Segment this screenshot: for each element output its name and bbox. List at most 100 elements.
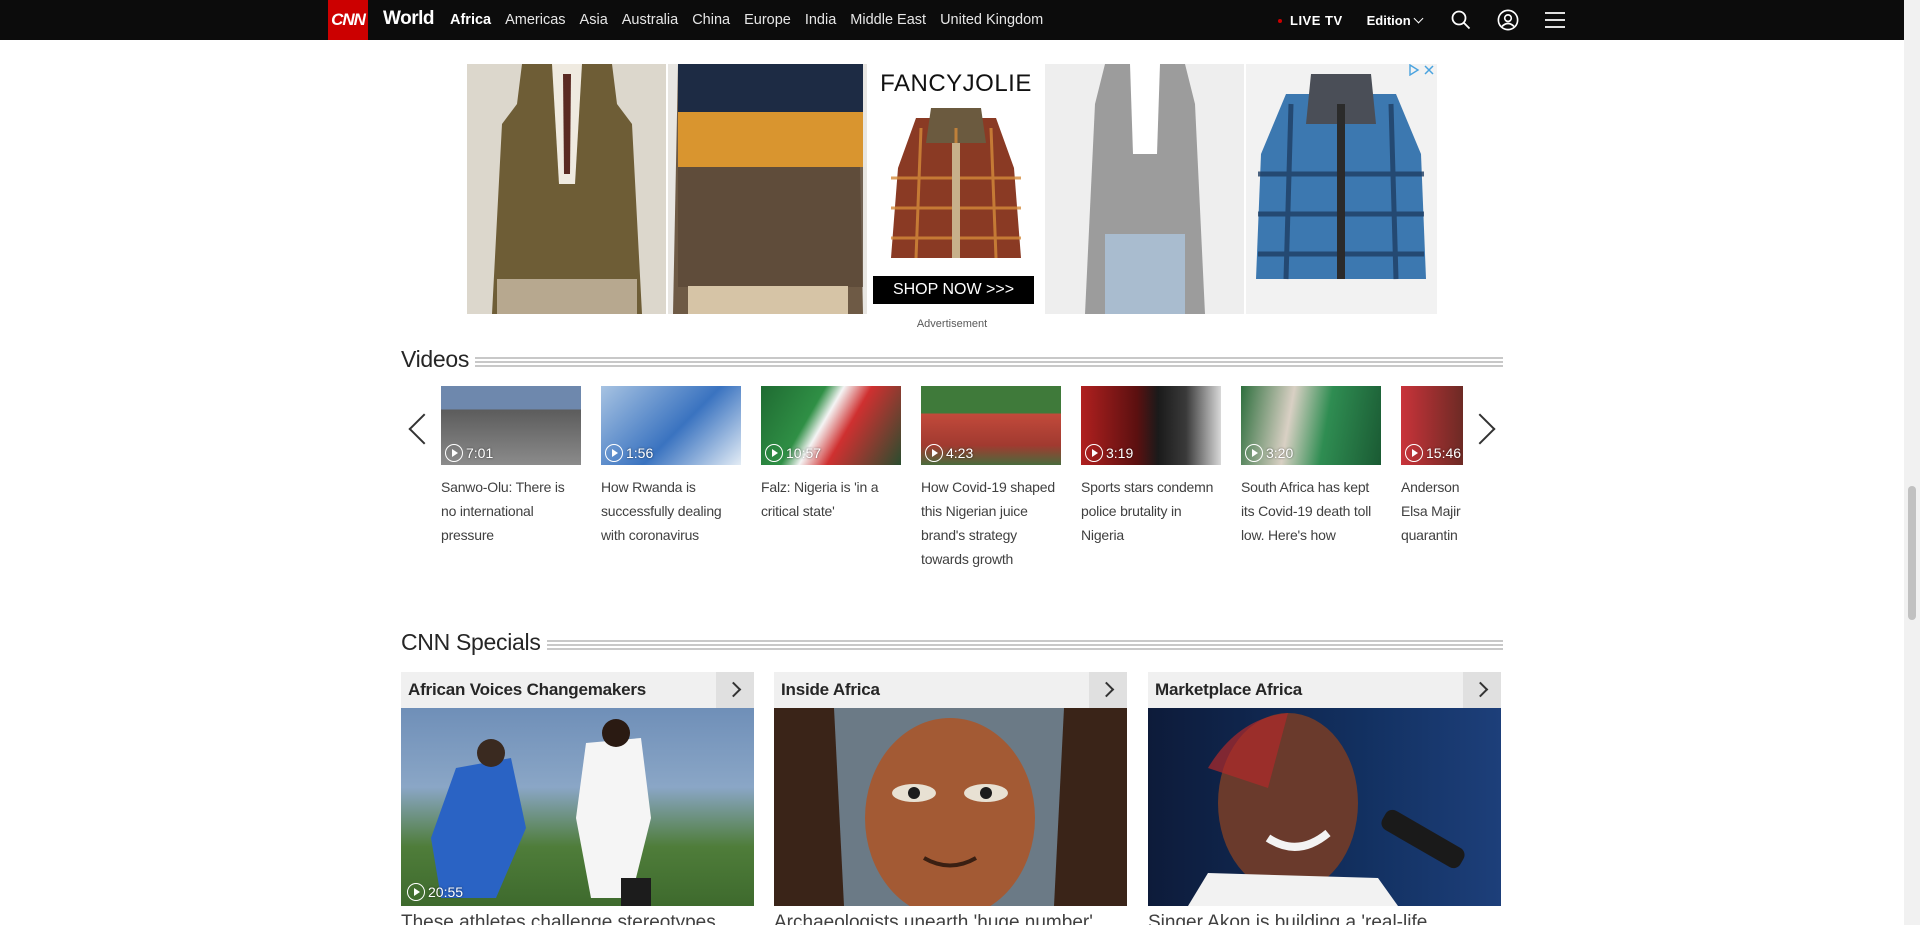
carousel-prev-button[interactable]: [401, 408, 440, 448]
video-title[interactable]: Sanwo-Olu: There is no international pre…: [441, 475, 581, 547]
nav-link-asia[interactable]: Asia: [580, 12, 608, 28]
section-title[interactable]: World: [383, 8, 434, 30]
account-icon[interactable]: [1497, 9, 1519, 31]
video-title[interactable]: Falz: Nigeria is 'in a critical state': [761, 475, 901, 523]
play-icon: [407, 883, 425, 901]
special-title[interactable]: African Voices Changemakers: [401, 680, 646, 700]
video-duration: 4:23: [925, 444, 973, 462]
specials-title[interactable]: CNN Specials: [401, 629, 547, 656]
play-icon: [765, 444, 783, 462]
chevron-right-icon: [725, 681, 742, 698]
nav-link-americas[interactable]: Americas: [505, 12, 565, 28]
video-duration: 1:56: [605, 444, 653, 462]
nav-link-united-kingdom[interactable]: United Kingdom: [940, 12, 1043, 28]
nav-utilities: LIVE TV Edition: [1278, 0, 1591, 40]
shop-now-button[interactable]: SHOP NOW >>>: [873, 276, 1034, 304]
special-column: Inside Africa Archaeologists unearth 'hu…: [774, 672, 1127, 925]
video-card[interactable]: 3:19 Sports stars condemn police brutali…: [1081, 386, 1221, 547]
specials-grid: African Voices Changemakers 20:55 These …: [401, 672, 1503, 925]
special-header[interactable]: Inside Africa: [774, 672, 1127, 708]
ad-image-sweater[interactable]: [668, 64, 867, 314]
nav-link-australia[interactable]: Australia: [622, 12, 678, 28]
special-header[interactable]: Marketplace Africa: [1148, 672, 1501, 708]
special-headline[interactable]: Singer Akon is building a 'real-life: [1148, 910, 1501, 925]
chevron-down-icon[interactable]: [1413, 13, 1424, 23]
special-image[interactable]: [1148, 708, 1501, 906]
video-title[interactable]: How Rwanda is successfully dealing with …: [601, 475, 741, 547]
menu-icon[interactable]: [1544, 9, 1566, 31]
video-duration: 20:55: [407, 883, 463, 901]
videos-carousel: 7:01 Sanwo-Olu: There is no internationa…: [401, 386, 1503, 606]
video-title[interactable]: Sports stars condemn police brutality in…: [1081, 475, 1221, 547]
video-title[interactable]: How Covid-19 shaped this Nigerian juice …: [921, 475, 1061, 571]
special-more-button[interactable]: [1089, 672, 1127, 708]
video-card[interactable]: 1:56 How Rwanda is successfully dealing …: [601, 386, 741, 547]
video-title[interactable]: Anderson talks with Elsa Majir life duri…: [1401, 475, 1463, 547]
ad-image-plaid-jacket[interactable]: [1246, 64, 1437, 314]
video-thumbnail[interactable]: 3:19: [1081, 386, 1221, 465]
special-title[interactable]: Marketplace Africa: [1148, 680, 1302, 700]
special-title[interactable]: Inside Africa: [774, 680, 880, 700]
play-icon: [925, 444, 943, 462]
video-duration: 7:01: [445, 444, 493, 462]
close-icon[interactable]: [1423, 64, 1435, 76]
special-headline[interactable]: Archaeologists unearth 'huge number': [774, 910, 1127, 925]
nav-link-europe[interactable]: Europe: [744, 12, 791, 28]
play-icon: [605, 444, 623, 462]
video-thumbnail[interactable]: 3:20: [1241, 386, 1381, 465]
zone-divider: [475, 357, 1503, 367]
video-title[interactable]: South Africa has kept its Covid-19 death…: [1241, 475, 1381, 547]
video-thumbnail[interactable]: 15:46: [1401, 386, 1463, 465]
edition-button[interactable]: Edition: [1367, 13, 1411, 28]
chevron-right-icon: [1098, 681, 1115, 698]
ad-brand-name: FANCYJOLIE: [880, 70, 1032, 97]
play-icon: [1405, 444, 1423, 462]
specials-header: CNN Specials: [401, 627, 1503, 657]
video-card[interactable]: 15:46 Anderson talks with Elsa Majir lif…: [1401, 386, 1463, 547]
video-thumbnail[interactable]: 10:57: [761, 386, 901, 465]
ad-image-cardigan[interactable]: [467, 64, 666, 314]
ad-image-coat[interactable]: [1045, 64, 1244, 314]
carousel-track: 7:01 Sanwo-Olu: There is no internationa…: [441, 386, 1463, 606]
chevron-right-icon: [1464, 413, 1496, 445]
video-thumbnail[interactable]: 7:01: [441, 386, 581, 465]
special-headline[interactable]: These athletes challenge stereotypes: [401, 910, 754, 925]
nav-link-africa[interactable]: Africa: [450, 12, 491, 28]
cnn-logo[interactable]: CNN: [328, 0, 368, 40]
chevron-right-icon: [1472, 681, 1489, 698]
live-tv-link[interactable]: LIVE TV: [1290, 13, 1343, 28]
play-icon: [1085, 444, 1103, 462]
video-card[interactable]: 4:23 How Covid-19 shaped this Nigerian j…: [921, 386, 1061, 571]
special-image[interactable]: 20:55: [401, 708, 754, 906]
special-column: African Voices Changemakers 20:55 These …: [401, 672, 754, 925]
adchoices-icon[interactable]: [1408, 64, 1420, 76]
special-more-button[interactable]: [1463, 672, 1501, 708]
nav-link-india[interactable]: India: [805, 12, 836, 28]
search-icon[interactable]: [1450, 9, 1472, 31]
top-navigation: CNN World Africa Americas Asia Australia…: [0, 0, 1904, 40]
scrollbar-thumb[interactable]: [1908, 486, 1916, 620]
advertisement-banner[interactable]: FANCYJOLIE SHOP NOW >>>: [467, 64, 1437, 314]
play-icon: [1245, 444, 1263, 462]
play-icon: [445, 444, 463, 462]
video-card[interactable]: 10:57 Falz: Nigeria is 'in a critical st…: [761, 386, 901, 523]
ad-choices[interactable]: [1405, 64, 1435, 79]
page-scrollbar[interactable]: [1904, 0, 1920, 925]
video-thumbnail[interactable]: 1:56: [601, 386, 741, 465]
video-duration: 10:57: [765, 444, 821, 462]
video-thumbnail[interactable]: 4:23: [921, 386, 1061, 465]
video-duration: 15:46: [1405, 444, 1461, 462]
ad-brand-tile[interactable]: FANCYJOLIE SHOP NOW >>>: [869, 64, 1043, 314]
special-image[interactable]: [774, 708, 1127, 906]
video-card[interactable]: 7:01 Sanwo-Olu: There is no internationa…: [441, 386, 581, 547]
video-card[interactable]: 3:20 South Africa has kept its Covid-19 …: [1241, 386, 1381, 547]
nav-links: Africa Americas Asia Australia China Eur…: [450, 0, 1057, 40]
nav-link-middle-east[interactable]: Middle East: [850, 12, 926, 28]
special-header[interactable]: African Voices Changemakers: [401, 672, 754, 708]
nav-link-china[interactable]: China: [692, 12, 730, 28]
videos-title[interactable]: Videos: [401, 346, 475, 373]
special-more-button[interactable]: [716, 672, 754, 708]
video-duration: 3:19: [1085, 444, 1133, 462]
carousel-next-button[interactable]: [1464, 408, 1503, 448]
special-column: Marketplace Africa Singer Akon is buildi…: [1148, 672, 1501, 925]
